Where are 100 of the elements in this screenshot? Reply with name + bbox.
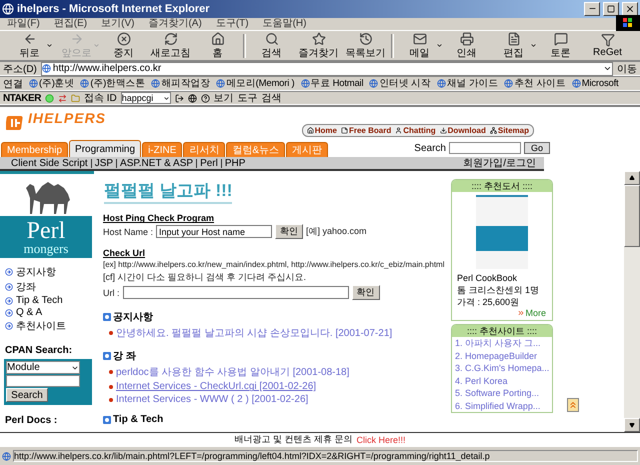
menu-item[interactable]: 보기(V): [94, 18, 142, 30]
more-link[interactable]: More: [517, 308, 546, 318]
category-select[interactable]: Module: [6, 361, 80, 374]
article-link[interactable]: perldoc를 사용한 함수 사용법 알아내기 [2001-08-18]: [116, 365, 350, 380]
quick-link[interactable]: Chatting: [395, 126, 436, 135]
host-name-field[interactable]: Input your Host name: [156, 225, 272, 238]
article-link[interactable]: Internet Services - CheckUrl.cgi [2001-02-26]: [116, 381, 316, 392]
bullet-icon: [109, 398, 113, 402]
site-link[interactable]: 3. C.G.Kim's Homepa...: [455, 362, 552, 375]
close-button[interactable]: [622, 2, 638, 16]
url-field[interactable]: [122, 286, 348, 300]
link[interactable]: 인터넷 시작: [379, 77, 431, 90]
side-menu-item[interactable]: 공지사항: [5, 265, 94, 280]
toolbar-button[interactable]: ReGet: [584, 32, 631, 60]
banner-subtitle: mongers: [24, 242, 68, 255]
toolbar-button[interactable]: 토론: [537, 32, 584, 60]
link[interactable]: 무료 Hotmail: [310, 77, 364, 90]
sub-nav-link[interactable]: Client Side Script: [8, 158, 91, 168]
toolbar-button[interactable]: 새로고침: [147, 32, 194, 60]
toolbar-link[interactable]: 검색: [262, 91, 282, 106]
home-icon: [210, 32, 224, 46]
link[interactable]: (주)한맥스톤: [90, 77, 146, 90]
toolbar-button[interactable]: 중지: [100, 32, 147, 60]
link[interactable]: (주)훈넷: [39, 77, 74, 90]
toolbar-button[interactable]: 검색: [248, 32, 295, 60]
search-button[interactable]: Search: [6, 388, 48, 402]
toolbar-button[interactable]: 편집: [490, 32, 537, 60]
confirm-button[interactable]: 확인: [352, 285, 380, 300]
address-field[interactable]: http://www.ihelpers.co.kr: [40, 62, 613, 76]
double-up-icon: [568, 400, 578, 410]
toolbar-button[interactable]: 메일: [396, 32, 443, 60]
login-link[interactable]: 회원가입/로그인: [463, 156, 536, 170]
link[interactable]: Microsoft: [582, 78, 618, 90]
side-menu-item[interactable]: Q & A: [5, 307, 94, 318]
nav-tab[interactable]: Programming: [69, 140, 142, 158]
search-icon: [264, 32, 278, 46]
toolbar-button[interactable]: 홈: [194, 32, 241, 60]
confirm-button[interactable]: 확인: [275, 224, 304, 240]
article-link[interactable]: 안녕하세요. 펄펄펄 날고파의 시샵 손상모입니다. [2001-07-21]: [116, 326, 392, 340]
window-title: ihelpers - Microsoft Internet Explorer: [17, 2, 211, 15]
menu-item[interactable]: 파일(F): [0, 18, 47, 30]
quick-link[interactable]: Sitemap: [490, 126, 529, 135]
go-button[interactable]: 이동: [617, 62, 637, 76]
side-menu-item[interactable]: Tip & Tech: [5, 295, 94, 306]
site-link[interactable]: 5. Software Porting...: [455, 387, 552, 400]
section-title: Check Url: [103, 248, 146, 258]
site-link[interactable]: 2. HomepageBuilder: [455, 350, 552, 362]
toolbar-button[interactable]: 즐겨찾기: [295, 32, 342, 60]
side-menu-item[interactable]: 강좌: [5, 280, 94, 294]
menu-item[interactable]: 즐겨찾기(A): [141, 18, 209, 30]
link[interactable]: 채널 가이드: [446, 77, 498, 90]
refresh-icon: [164, 32, 178, 46]
browser-page-icon: [300, 79, 310, 88]
id-select[interactable]: happcgi: [120, 92, 171, 104]
sub-nav-link[interactable]: Perl: [196, 158, 221, 168]
maximize-icon: [607, 4, 615, 13]
toolbar-button[interactable]: 뒤로: [6, 32, 53, 60]
banner-title: Perl: [26, 220, 66, 242]
circle-icon: [44, 94, 54, 103]
side-menu-item[interactable]: 추천사이트: [5, 319, 94, 334]
note-icon: [340, 126, 348, 134]
quick-link[interactable]: Download: [440, 126, 486, 135]
site-link[interactable]: 1. 아파치 사용자 그...: [455, 337, 552, 350]
funnel-icon: [600, 33, 614, 48]
menu-item[interactable]: 편집(E): [46, 18, 94, 30]
section-icon: [103, 352, 111, 360]
cpan-search-field[interactable]: [6, 375, 80, 388]
up-triangle-icon: [629, 175, 635, 182]
book-author: 톰 크리스찬센외 1명: [457, 284, 540, 296]
search-field[interactable]: [448, 142, 521, 154]
quick-link[interactable]: Free Board: [340, 126, 392, 135]
article-link[interactable]: Internet Services - WWW ( 2 ) [2001-02-26]: [116, 394, 308, 406]
toolbar-link[interactable]: 도구: [238, 91, 258, 106]
link[interactable]: 해피작업장: [161, 77, 210, 90]
book-price: 가격 : 25,600원: [457, 296, 520, 308]
scroll-up-button[interactable]: [624, 171, 640, 186]
sub-nav-link[interactable]: ASP.NET & ASP: [116, 158, 196, 168]
scroll-top-button[interactable]: [567, 398, 579, 412]
toolbar-link[interactable]: 보기: [214, 91, 234, 106]
link[interactable]: 메모리(Memori ): [226, 77, 295, 90]
toolbar-button[interactable]: 인쇄: [443, 32, 490, 60]
perl-docs-title: Perl Docs :: [5, 415, 58, 426]
scrollbar-thumb[interactable]: [624, 185, 640, 248]
minimize-button[interactable]: [584, 2, 600, 16]
site-link[interactable]: 4. Perl Korea: [455, 374, 552, 388]
go-button[interactable]: Go: [524, 142, 550, 154]
menu-item[interactable]: 도움말(H): [256, 18, 314, 30]
maximize-button[interactable]: [603, 2, 619, 16]
site-link[interactable]: 6. Simplified Wrapp...: [455, 400, 552, 412]
folder-icon: [70, 94, 80, 103]
toolbar-button[interactable]: 목록보기: [342, 32, 389, 60]
quick-link[interactable]: Home: [306, 126, 337, 135]
link[interactable]: 추천 사이트: [514, 77, 566, 90]
links-label: 연결: [3, 78, 23, 91]
sub-nav-link[interactable]: JSP: [90, 158, 116, 168]
sub-nav-link[interactable]: PHP: [220, 158, 248, 168]
banner-link[interactable]: Click Here!!!: [356, 434, 406, 445]
menu-item[interactable]: 도구(T): [208, 18, 256, 30]
scroll-down-button[interactable]: [624, 418, 640, 432]
browser-page-icon: [436, 79, 446, 88]
